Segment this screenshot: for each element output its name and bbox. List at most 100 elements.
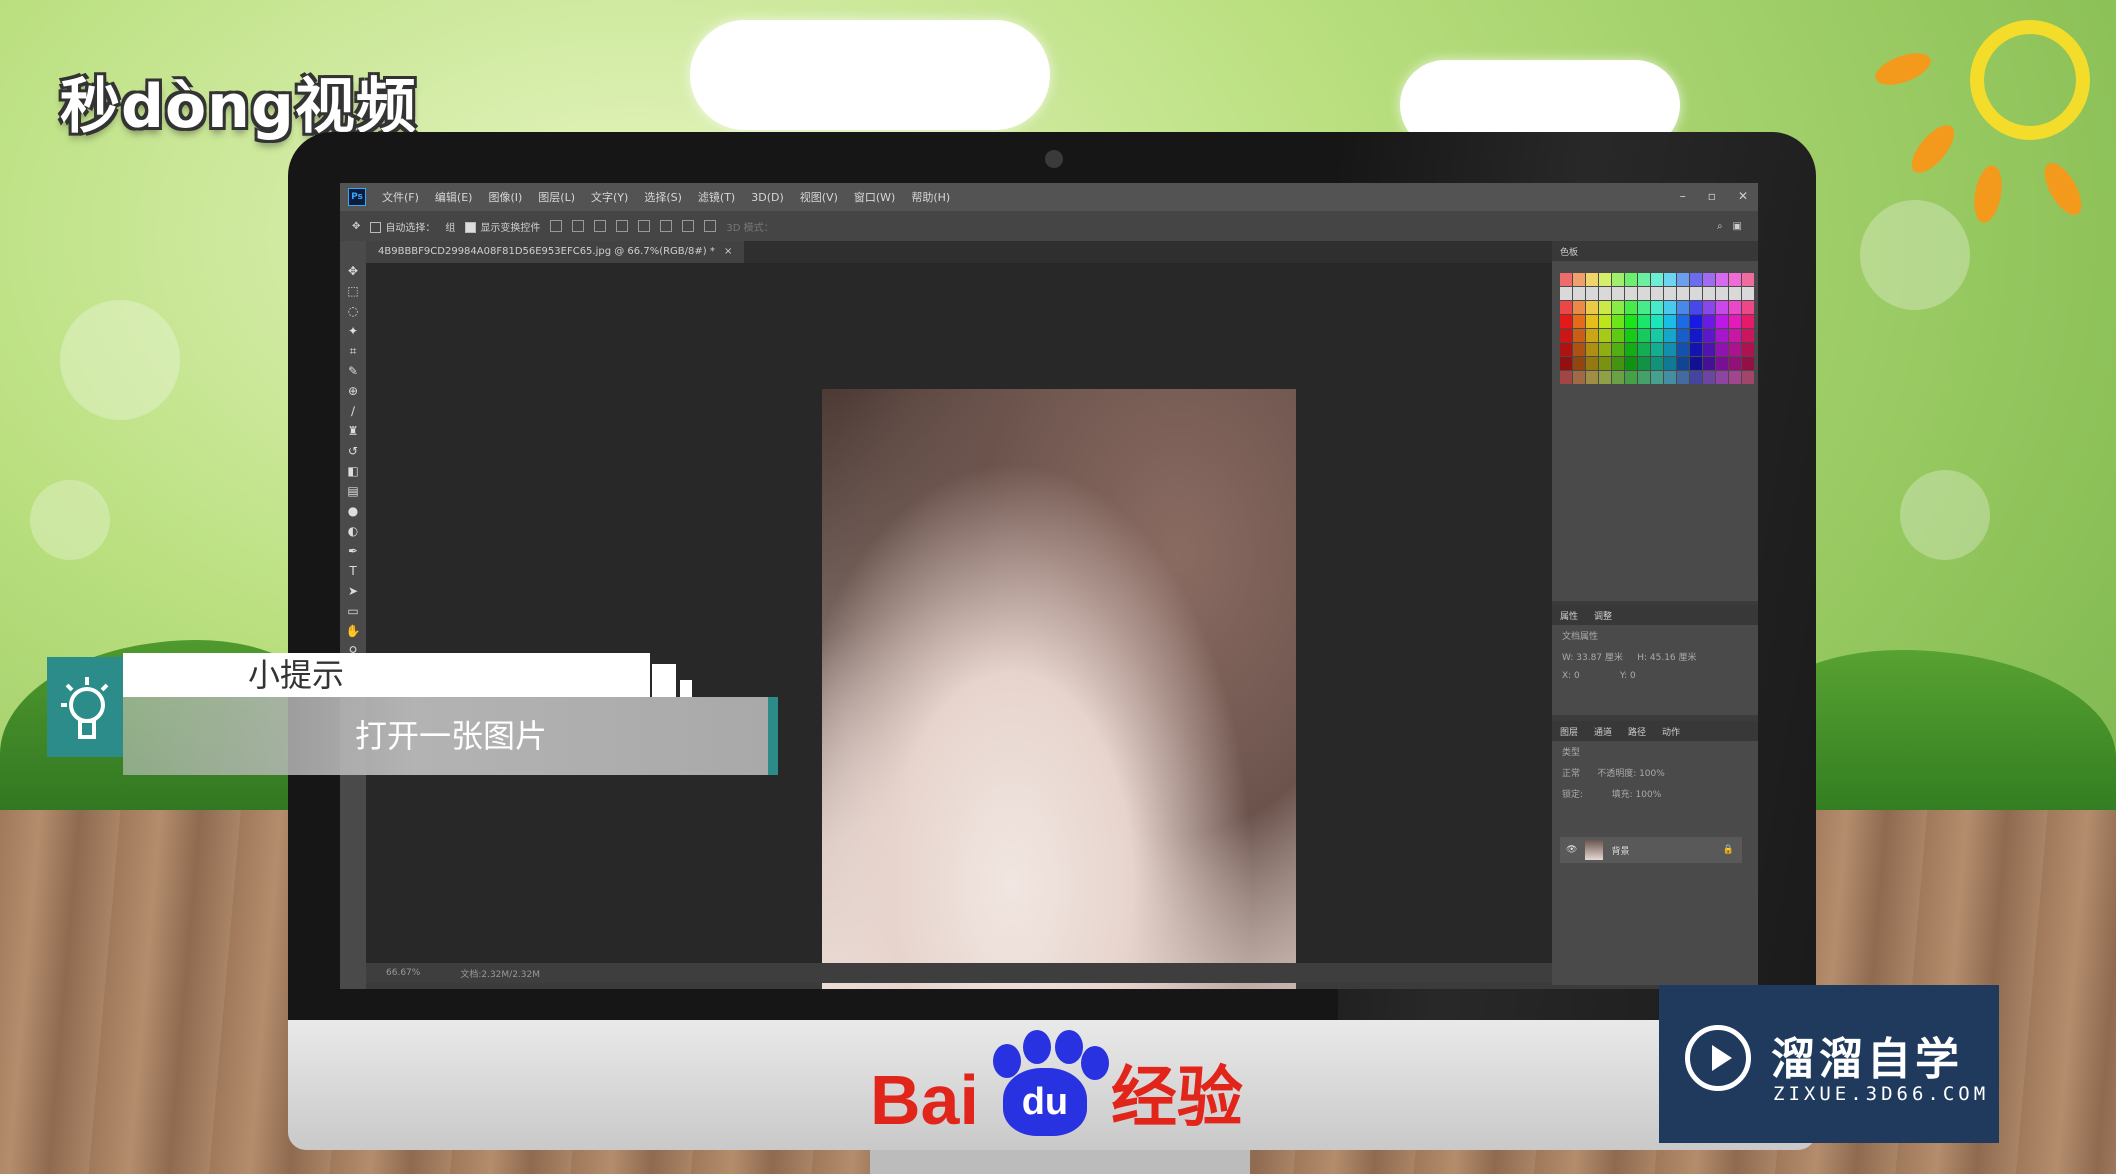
y-value[interactable]: Y: 0 — [1620, 671, 1636, 681]
color-swatch[interactable] — [1612, 315, 1624, 328]
color-swatch[interactable] — [1638, 343, 1650, 356]
color-swatch[interactable] — [1677, 315, 1689, 328]
align-bottom-icon[interactable] — [594, 220, 607, 232]
color-swatch[interactable] — [1586, 371, 1598, 384]
move-tool-icon[interactable]: ✥ — [345, 263, 361, 279]
blur-tool-icon[interactable]: ● — [345, 503, 361, 519]
color-swatch[interactable] — [1586, 315, 1598, 328]
color-swatch[interactable] — [1703, 273, 1715, 286]
color-swatch[interactable] — [1703, 315, 1715, 328]
color-swatch[interactable] — [1651, 273, 1663, 286]
petals-photo[interactable] — [822, 389, 1296, 989]
show-transform-checkbox[interactable]: 显示变换控件 — [465, 219, 540, 234]
color-swatch[interactable] — [1742, 371, 1754, 384]
align-middle-icon[interactable] — [572, 220, 585, 232]
color-swatch[interactable] — [1612, 287, 1624, 300]
color-swatch[interactable] — [1703, 329, 1715, 342]
color-swatch[interactable] — [1729, 343, 1741, 356]
color-swatch[interactable] — [1664, 343, 1676, 356]
gradient-tool-icon[interactable]: ▤ — [345, 483, 361, 499]
color-swatch[interactable] — [1677, 371, 1689, 384]
distribute-icon[interactable] — [704, 220, 717, 232]
color-swatch[interactable] — [1716, 357, 1728, 370]
color-swatch[interactable] — [1638, 315, 1650, 328]
path-select-icon[interactable]: ➤ — [345, 583, 361, 599]
color-swatch[interactable] — [1560, 287, 1572, 300]
color-swatch[interactable] — [1651, 287, 1663, 300]
color-swatch[interactable] — [1573, 315, 1585, 328]
menu-layer[interactable]: 图层(L) — [538, 189, 575, 205]
color-swatch[interactable] — [1651, 343, 1663, 356]
color-swatch[interactable] — [1573, 329, 1585, 342]
color-swatch[interactable] — [1586, 301, 1598, 314]
color-swatch[interactable] — [1599, 329, 1611, 342]
color-swatch[interactable] — [1729, 357, 1741, 370]
layer-select-dropdown[interactable]: 组 — [445, 219, 455, 234]
color-swatch[interactable] — [1638, 357, 1650, 370]
color-swatch[interactable] — [1703, 357, 1715, 370]
close-tab-icon[interactable]: × — [724, 246, 732, 257]
auto-select-checkbox[interactable]: 自动选择： — [370, 219, 435, 234]
color-swatch[interactable] — [1599, 301, 1611, 314]
color-swatch[interactable] — [1573, 287, 1585, 300]
move-tool-icon[interactable]: ✥ — [352, 221, 360, 232]
healing-brush-icon[interactable]: ⊕ — [345, 383, 361, 399]
color-swatch[interactable] — [1573, 343, 1585, 356]
color-swatch[interactable] — [1716, 315, 1728, 328]
swatch-grid[interactable] — [1560, 273, 1754, 384]
color-swatch[interactable] — [1690, 357, 1702, 370]
magic-wand-icon[interactable]: ✦ — [345, 323, 361, 339]
color-swatch[interactable] — [1625, 301, 1637, 314]
search-icon[interactable]: ⌕ — [1717, 221, 1723, 232]
color-swatch[interactable] — [1729, 315, 1741, 328]
zoom-level[interactable]: 66.67% — [386, 968, 420, 978]
color-swatch[interactable] — [1677, 273, 1689, 286]
color-swatch[interactable] — [1625, 343, 1637, 356]
color-swatch[interactable] — [1742, 315, 1754, 328]
color-swatch[interactable] — [1690, 371, 1702, 384]
color-swatch[interactable] — [1742, 273, 1754, 286]
menu-filter[interactable]: 滤镜(T) — [698, 189, 735, 205]
color-swatch[interactable] — [1599, 371, 1611, 384]
color-swatch[interactable] — [1560, 371, 1572, 384]
color-swatch[interactable] — [1651, 301, 1663, 314]
color-swatch[interactable] — [1638, 287, 1650, 300]
color-swatch[interactable] — [1716, 273, 1728, 286]
eye-icon[interactable]: 👁 — [1566, 845, 1577, 855]
color-swatch[interactable] — [1729, 329, 1741, 342]
fill-field[interactable]: 填充: 100% — [1612, 790, 1662, 800]
pen-tool-icon[interactable]: ✒ — [345, 543, 361, 559]
color-swatch[interactable] — [1638, 329, 1650, 342]
color-swatch[interactable] — [1573, 371, 1585, 384]
color-swatch[interactable] — [1716, 329, 1728, 342]
tab-swatches[interactable]: 色板 — [1560, 245, 1578, 258]
tab-paths[interactable]: 路径 — [1628, 725, 1646, 738]
color-swatch[interactable] — [1677, 329, 1689, 342]
color-swatch[interactable] — [1690, 329, 1702, 342]
menu-3d[interactable]: 3D(D) — [751, 191, 784, 204]
menu-image[interactable]: 图像(I) — [488, 189, 522, 205]
color-swatch[interactable] — [1573, 301, 1585, 314]
color-swatch[interactable] — [1729, 371, 1741, 384]
color-swatch[interactable] — [1651, 329, 1663, 342]
align-center-icon[interactable] — [638, 220, 651, 232]
align-right-icon[interactable] — [660, 220, 673, 232]
color-swatch[interactable] — [1677, 357, 1689, 370]
color-swatch[interactable] — [1599, 287, 1611, 300]
color-swatch[interactable] — [1690, 273, 1702, 286]
tab-adjustments[interactable]: 调整 — [1594, 609, 1612, 622]
menu-help[interactable]: 帮助(H) — [911, 189, 950, 205]
color-swatch[interactable] — [1742, 287, 1754, 300]
brush-tool-icon[interactable]: ∕ — [345, 403, 361, 419]
color-swatch[interactable] — [1651, 357, 1663, 370]
marquee-tool-icon[interactable]: ⬚ — [345, 283, 361, 299]
menu-edit[interactable]: 编辑(E) — [435, 189, 473, 205]
color-swatch[interactable] — [1664, 315, 1676, 328]
type-tool-icon[interactable]: T — [345, 563, 361, 579]
color-swatch[interactable] — [1664, 273, 1676, 286]
color-swatch[interactable] — [1560, 329, 1572, 342]
tab-actions[interactable]: 动作 — [1662, 725, 1680, 738]
color-swatch[interactable] — [1742, 357, 1754, 370]
color-swatch[interactable] — [1651, 315, 1663, 328]
color-swatch[interactable] — [1638, 371, 1650, 384]
